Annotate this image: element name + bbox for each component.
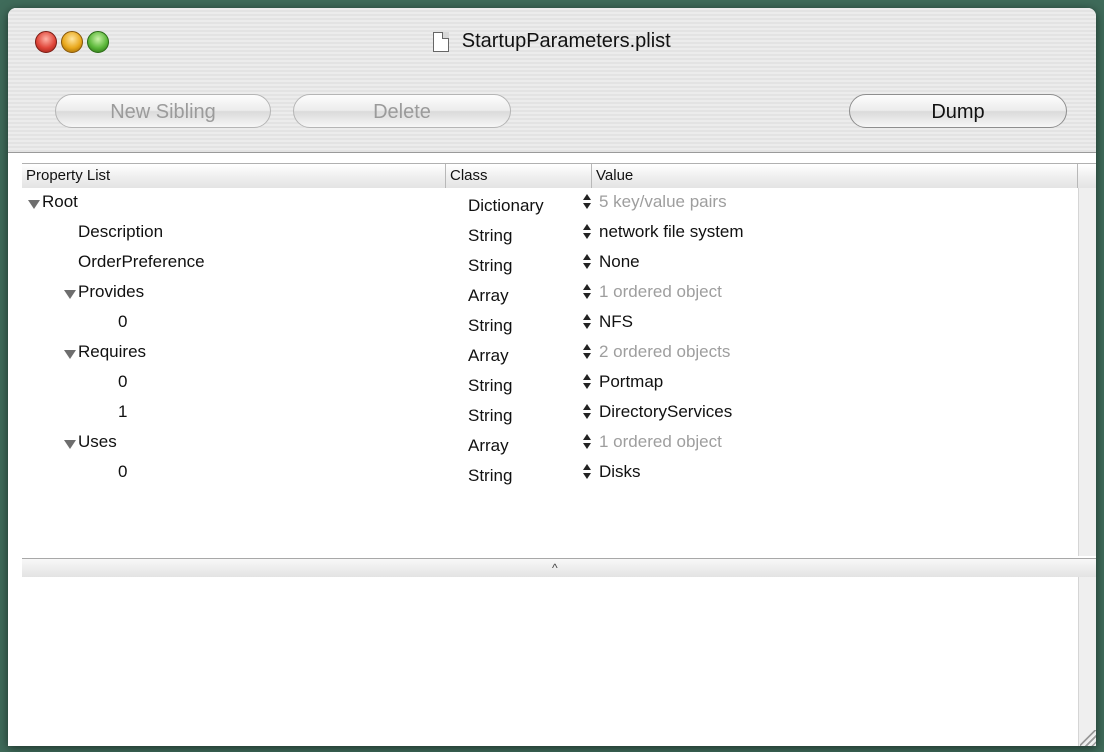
row-class[interactable]: String [468, 226, 512, 246]
plist-editor-window: StartupParameters.plist New Sibling Dele… [8, 8, 1096, 746]
caret-up-icon: ^ [552, 561, 558, 575]
outline-row[interactable]: Provides Array 1 ordered object [22, 278, 1078, 308]
row-value[interactable]: DirectoryServices [599, 402, 732, 422]
row-value[interactable]: network file system [599, 222, 744, 242]
class-popup-stepper-icon[interactable] [582, 312, 592, 332]
disclosure-triangle-icon[interactable] [64, 440, 76, 449]
row-key: 1 [118, 402, 128, 421]
row-class[interactable]: String [468, 466, 512, 486]
row-key: OrderPreference [78, 252, 205, 271]
outline-row[interactable]: Description String network file system [22, 218, 1078, 248]
class-popup-stepper-icon[interactable] [582, 372, 592, 392]
outline-row[interactable]: 0 String NFS [22, 308, 1078, 338]
row-value[interactable]: 5 key/value pairs [599, 192, 727, 212]
outline-row[interactable]: Root Dictionary 5 key/value pairs [22, 188, 1078, 218]
row-key: Description [78, 222, 164, 241]
class-popup-stepper-icon[interactable] [582, 192, 592, 212]
row-class[interactable]: Array [468, 436, 509, 456]
row-class[interactable]: Array [468, 346, 509, 366]
row-key: Requires [78, 342, 147, 361]
outline-row[interactable]: 1 String DirectoryServices [22, 398, 1078, 428]
row-key: 0 [118, 462, 128, 481]
window-titlebar-toolbar: StartupParameters.plist New Sibling Dele… [8, 8, 1096, 153]
row-key: 0 [118, 312, 128, 331]
row-value[interactable]: None [599, 252, 640, 272]
outline-row[interactable]: OrderPreference String None [22, 248, 1078, 278]
column-header-class[interactable]: Class [446, 164, 592, 188]
column-header-property-list[interactable]: Property List [22, 164, 446, 188]
outline-row[interactable]: 0 String Disks [22, 458, 1078, 488]
outline-row[interactable]: 0 String Portmap [22, 368, 1078, 398]
outline-scrollbar[interactable] [1078, 188, 1096, 556]
class-popup-stepper-icon[interactable] [582, 222, 592, 242]
delete-button[interactable]: Delete [293, 94, 511, 128]
new-sibling-button[interactable]: New Sibling [55, 94, 271, 128]
row-class[interactable]: String [468, 316, 512, 336]
row-key: Root [42, 192, 78, 211]
window-title: StartupParameters.plist [8, 30, 1096, 53]
disclosure-triangle-icon[interactable] [28, 200, 40, 209]
row-value[interactable]: 1 ordered object [599, 432, 722, 452]
class-popup-stepper-icon[interactable] [582, 402, 592, 422]
outline-header: Property List Class Value [22, 163, 1096, 189]
document-icon [433, 31, 450, 52]
property-list-outline[interactable]: Root Dictionary 5 key/value pairs Descripti… [22, 188, 1078, 556]
split-view-divider[interactable]: ^ [22, 558, 1096, 578]
row-key: Provides [78, 282, 145, 301]
outline-row[interactable]: Uses Array 1 ordered object [22, 428, 1078, 458]
row-value[interactable]: 1 ordered object [599, 282, 722, 302]
class-popup-stepper-icon[interactable] [582, 432, 592, 452]
class-popup-stepper-icon[interactable] [582, 342, 592, 362]
row-class[interactable]: String [468, 406, 512, 426]
row-value[interactable]: Disks [599, 462, 641, 482]
class-popup-stepper-icon[interactable] [582, 252, 592, 272]
row-class[interactable]: String [468, 376, 512, 396]
resize-grip-icon[interactable] [1080, 730, 1096, 746]
disclosure-triangle-icon[interactable] [64, 350, 76, 359]
column-header-value[interactable]: Value [592, 164, 1078, 188]
dump-output-text-area[interactable] [22, 577, 1078, 746]
disclosure-triangle-icon[interactable] [64, 290, 76, 299]
text-area-scrollbar[interactable] [1078, 577, 1096, 746]
row-key: 0 [118, 372, 128, 391]
outline-row[interactable]: Requires Array 2 ordered objects [22, 338, 1078, 368]
class-popup-stepper-icon[interactable] [582, 462, 592, 482]
row-class[interactable]: String [468, 256, 512, 276]
row-value[interactable]: Portmap [599, 372, 663, 392]
class-popup-stepper-icon[interactable] [582, 282, 592, 302]
row-value[interactable]: NFS [599, 312, 633, 332]
row-key: Uses [78, 432, 117, 451]
window-title-text: StartupParameters.plist [461, 30, 671, 52]
row-class[interactable]: Dictionary [468, 196, 544, 216]
row-value[interactable]: 2 ordered objects [599, 342, 730, 362]
row-class[interactable]: Array [468, 286, 509, 306]
dump-button[interactable]: Dump [849, 94, 1067, 128]
